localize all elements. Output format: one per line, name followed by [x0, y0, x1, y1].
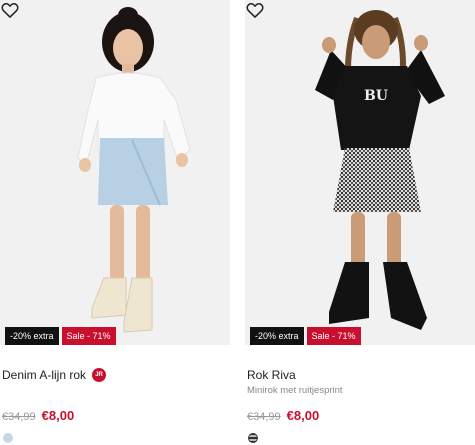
- svg-text:BU: BU: [364, 88, 388, 104]
- product-card-denim[interactable]: -20% extra Sale - 71% Denim A-lijn rok J…: [0, 0, 230, 445]
- sale-price: €8,00: [286, 408, 320, 423]
- extra-discount-badge: -20% extra: [5, 327, 59, 345]
- heart-outline-icon[interactable]: [0, 0, 20, 20]
- product-title[interactable]: Rok Riva: [247, 368, 296, 382]
- sale-price: €8,00: [41, 408, 75, 423]
- color-swatch-light-blue[interactable]: [3, 433, 13, 443]
- product-subtitle: Minirok met ruitjesprint: [247, 385, 343, 396]
- promo-badges: -20% extra Sale - 71%: [5, 327, 116, 345]
- promo-badges: -20% extra Sale - 71%: [250, 327, 361, 345]
- product-title-row: Denim A-lijn rok JR: [2, 368, 107, 382]
- price-row: €34,99 €8,00: [247, 408, 319, 423]
- extra-discount-badge: -20% extra: [250, 327, 304, 345]
- product-image[interactable]: BU: [245, 0, 475, 345]
- product-grid: -20% extra Sale - 71% Denim A-lijn rok J…: [0, 0, 475, 445]
- product-title-row: Rok Riva: [247, 368, 296, 382]
- color-swatch-checked-pattern[interactable]: [248, 433, 258, 443]
- sale-badge: Sale - 71%: [61, 327, 116, 345]
- product-card-rok-riva[interactable]: BU -20% extra Sale - 71% Rok Riva Miniro…: [245, 0, 475, 445]
- sale-badge: Sale - 71%: [306, 327, 361, 345]
- model-photo-illustration: BU: [245, 0, 475, 345]
- price-row: €34,99 €8,00: [2, 408, 74, 423]
- original-price: €34,99: [2, 411, 36, 423]
- original-price: €34,99: [247, 411, 281, 423]
- junior-badge: JR: [92, 368, 107, 382]
- product-title[interactable]: Denim A-lijn rok: [2, 368, 86, 382]
- product-image[interactable]: [0, 0, 230, 345]
- heart-outline-icon[interactable]: [245, 0, 265, 20]
- model-photo-illustration: [0, 0, 230, 345]
